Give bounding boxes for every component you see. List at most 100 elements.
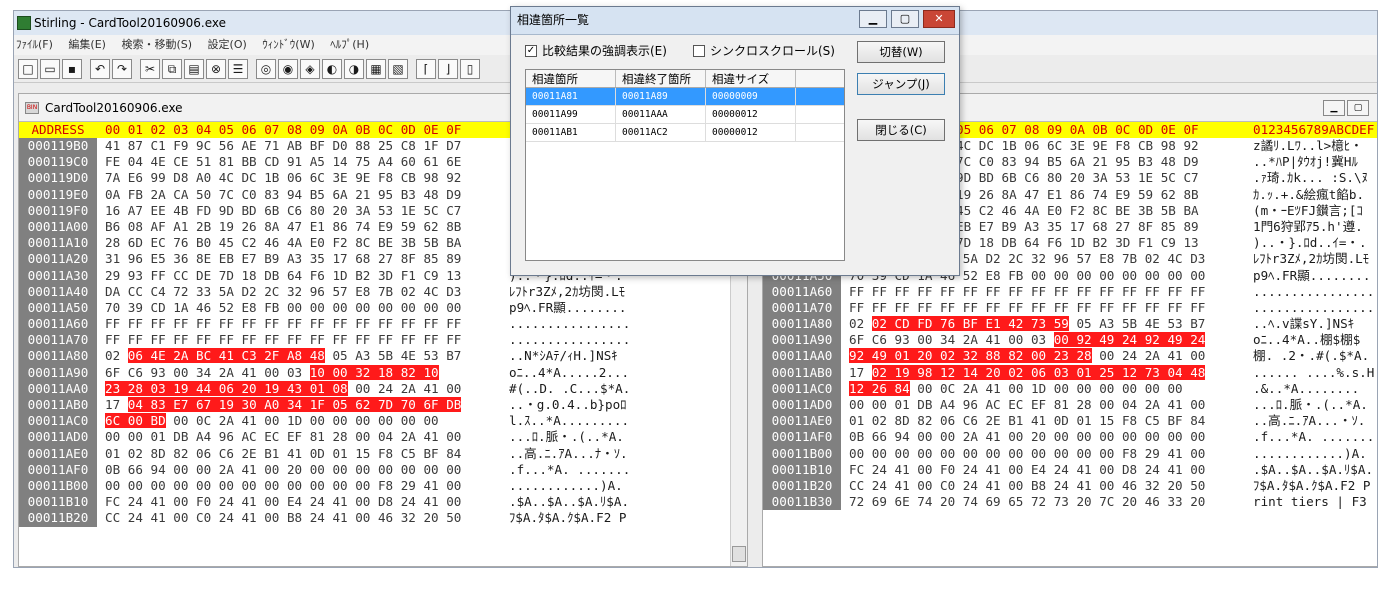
hex-row[interactable]: 00011B00 00 00 00 00 00 00 00 00 00 00 00…	[763, 445, 1377, 462]
hex-bytes-cell[interactable]: 23 28 03 19 44 06 20 19 43 01 08 00 24 2…	[105, 380, 461, 397]
hex-row[interactable]: 00011AC0 6C 00 BD 00 0C 2A 41 00 1D 00 00…	[19, 413, 747, 430]
menu-settings[interactable]: 設定(O)	[208, 38, 247, 51]
hex-row[interactable]: 00011AA0 23 28 03 19 44 06 20 19 43 01 08…	[19, 380, 747, 397]
hex-bytes-cell[interactable]: 01 02 8D 82 06 C6 2E B1 41 0D 01 15 F8 C…	[849, 413, 1205, 429]
hex-bytes-cell[interactable]: CC 24 41 00 C0 24 41 00 B8 24 41 00 46 3…	[849, 478, 1205, 494]
find-next-icon[interactable]: ◉	[278, 59, 298, 79]
ascii-cell[interactable]: ...... ....%.s.H	[1253, 365, 1374, 381]
hex-row[interactable]: 00011AF0 0B 66 94 00 00 2A 41 00 20 00 00…	[19, 461, 747, 478]
open-icon[interactable]: ▭	[40, 59, 60, 79]
highlight-checkbox[interactable]: ✓ 比較結果の強調表示(E)	[525, 43, 667, 59]
hex-row[interactable]: 00011B10 FC 24 41 00 F0 24 41 00 E4 24 41…	[763, 461, 1377, 478]
column-diff-size[interactable]: 相違サイズ	[706, 70, 796, 87]
cut-icon[interactable]: ✂	[140, 59, 160, 79]
menu-help[interactable]: ﾍﾙﾌﾟ(H)	[330, 38, 369, 51]
hex-row[interactable]: 00011A70 FF FF FF FF FF FF FF FF FF FF FF…	[19, 332, 747, 349]
hex-bytes-cell[interactable]: 00 00 01 DB A4 96 AC EC EF 81 28 00 04 2…	[849, 397, 1205, 413]
ascii-cell[interactable]: l.ｽ..*A.........	[509, 413, 629, 429]
hex-bytes-cell[interactable]: 41 87 C1 F9 9C 56 AE 71 AB BF D0 88 25 C…	[105, 138, 461, 154]
hex-bytes-cell[interactable]: 00 00 00 00 00 00 00 00 00 00 00 00 F8 2…	[105, 478, 461, 494]
ascii-cell[interactable]: ..・g.0.4..b}poﾛ	[509, 397, 626, 413]
block-start-icon[interactable]: ⌈	[416, 59, 436, 79]
ascii-cell[interactable]: .ｧ琦.ｶk... :S.\ﾇ	[1253, 170, 1368, 186]
hex-row[interactable]: 00011A70 FF FF FF FF FF FF FF FF FF FF FF…	[763, 299, 1377, 317]
ascii-cell[interactable]: ｶ.ｯ.+.&絵瘋t餡b.	[1253, 187, 1364, 203]
hex-bytes-cell[interactable]: EB E7 B9 A3 35 17 68 27 8F 85 89	[956, 219, 1199, 235]
ascii-cell[interactable]: .&..*A........	[1253, 381, 1359, 397]
ascii-cell[interactable]: ................	[1253, 300, 1374, 316]
ascii-cell[interactable]: 棚. .2・.#(.$*A.	[1253, 348, 1369, 364]
hex-bytes-cell[interactable]: 0A FB 2A CA 50 7C C0 83 94 B5 6A 21 95 B…	[105, 187, 461, 203]
hex-bytes-cell[interactable]: FC 24 41 00 F0 24 41 00 E4 24 41 00 D8 2…	[105, 494, 461, 510]
ascii-cell[interactable]: ..高.ﾆ.ｱA...・ｿ.	[1253, 413, 1365, 429]
sync-scroll-checkbox-box[interactable]	[693, 45, 705, 57]
hex-bytes-cell[interactable]: 17 04 83 E7 67 19 30 A0 34 1F 05 62 7D 7…	[105, 397, 462, 413]
ascii-cell[interactable]: 1門6狩郢ｱ5.h'遵.	[1253, 219, 1363, 235]
hex-bytes-cell[interactable]: 92 49 01 20 02 32 88 82 00 23 28 00 24 2…	[849, 348, 1205, 364]
hex-row[interactable]: 00011B10 FC 24 41 00 F0 24 41 00 E4 24 41…	[19, 494, 747, 511]
save-icon[interactable]: ▪	[62, 59, 82, 79]
hex-bytes-cell[interactable]: DA CC C4 72 33 5A D2 2C 32 96 57 E8 7B 0…	[105, 284, 461, 300]
hex-bytes-cell[interactable]: 02 06 4E 2A BC 41 C3 2F A8 48 05 A3 5B 4…	[105, 348, 461, 364]
hex-bytes-cell[interactable]: 6C 00 BD 00 0C 2A 41 00 1D 00 00 00 00 0…	[105, 413, 439, 429]
column-diff-end[interactable]: 相違終了箇所	[616, 70, 706, 87]
hex-bytes-cell[interactable]: 4C DC 1B 06 6C 3E 9E F8 CB 98 92	[956, 138, 1199, 154]
new-icon[interactable]: □	[18, 59, 38, 79]
ascii-cell[interactable]: ﾚﾌﾄr3Zﾒ,2ｶ坊閔.Lﾓ	[509, 284, 625, 300]
hex-bytes-cell[interactable]: FF FF FF FF FF FF FF FF FF FF FF FF FF F…	[105, 332, 461, 348]
hex-bytes-cell[interactable]: FF FF FF FF FF FF FF FF FF FF FF FF FF F…	[105, 316, 461, 332]
hex-row[interactable]: 00011A80 02 02 CD FD 76 BF E1 42 73 59 05…	[763, 316, 1377, 333]
block-end-icon[interactable]: ⌋	[438, 59, 458, 79]
hex-bytes-cell[interactable]: 72 69 6E 74 20 74 69 65 72 73 20 7C 20 4…	[849, 494, 1205, 510]
hex-row[interactable]: 00011A60 FF FF FF FF FF FF FF FF FF FF FF…	[19, 316, 747, 333]
left-scroll-thumb[interactable]	[732, 546, 746, 562]
hex-bytes-cell[interactable]: 29 93 FF CC DE 7D 18 DB 64 F6 1D B2 3D F…	[105, 268, 461, 284]
ascii-cell[interactable]: .f...*A. .......	[509, 462, 630, 478]
hex-row[interactable]: 00011AF0 0B 66 94 00 00 2A 41 00 20 00 00…	[763, 429, 1377, 446]
list-item[interactable]: 00011A81 00011A89 00000009	[526, 88, 844, 106]
hex-bytes-cell[interactable]: 7C C0 83 94 B5 6A 21 95 B3 48 D9	[956, 154, 1199, 170]
ascii-cell[interactable]: p9ﾍ.FR顯........	[509, 300, 626, 316]
close-button[interactable]: 閉じる(C)	[857, 119, 945, 141]
maximize-icon[interactable]: ▢	[891, 10, 919, 28]
undo-icon[interactable]: ↶	[90, 59, 110, 79]
paste-icon[interactable]: ▤	[184, 59, 204, 79]
compare-icon[interactable]: ◑	[344, 59, 364, 79]
hex-bytes-cell[interactable]: 28 6D EC 76 B0 45 C2 46 4A E0 F2 8C BE 3…	[105, 235, 461, 251]
hex-row[interactable]: 00011A50 70 39 CD 1A 46 52 E8 FB 00 00 00…	[19, 299, 747, 317]
find-binary-icon[interactable]: ◐	[322, 59, 342, 79]
hex-bytes-cell[interactable]: B6 08 AF A1 2B 19 26 8A 47 E1 86 74 E9 5…	[105, 219, 461, 235]
ascii-cell[interactable]: ..ﾍ.v諜sY.]NSｷ	[1253, 316, 1354, 332]
hex-row[interactable]: 00011B20 CC 24 41 00 C0 24 41 00 B8 24 41…	[19, 510, 747, 527]
ascii-cell[interactable]: (m・ｰEﾂFJ鑚言;[ｺ	[1253, 203, 1363, 219]
menu-search[interactable]: 検索・移動(S)	[121, 38, 192, 51]
hex-row[interactable]: 00011AB0 17 04 83 E7 67 19 30 A0 34 1F 05…	[19, 397, 747, 414]
hex-bytes-cell[interactable]: 0B 66 94 00 00 2A 41 00 20 00 00 00 00 0…	[849, 429, 1205, 445]
hex-bytes-cell[interactable]: 16 A7 EE 4B FD 9D BD 6B C6 80 20 3A 53 1…	[105, 203, 461, 219]
hex-row[interactable]: 00011AB0 17 02 19 98 12 14 20 02 06 03 01…	[763, 364, 1377, 381]
ascii-cell[interactable]: ................	[509, 316, 630, 332]
hex-row[interactable]: 00011A90 6F C6 93 00 34 2A 41 00 03 00 92…	[763, 332, 1377, 349]
find-prev-icon[interactable]: ◈	[300, 59, 320, 79]
hex-bytes-cell[interactable]: FE 04 4E CE 51 81 BB CD 91 A5 14 75 A4 6…	[105, 154, 461, 170]
hex-row[interactable]: 00011AE0 01 02 8D 82 06 C6 2E B1 41 0D 01…	[19, 445, 747, 462]
hex-bytes-cell[interactable]: 7A E6 99 D8 A0 4C DC 1B 06 6C 3E 9E F8 C…	[105, 170, 461, 186]
ascii-cell[interactable]: ................	[509, 332, 630, 348]
block-icon[interactable]: ▯	[460, 59, 480, 79]
hex-bytes-cell[interactable]: 02 02 CD FD 76 BF E1 42 73 59 05 A3 5B 4…	[849, 316, 1205, 332]
ascii-cell[interactable]: ﾚﾌﾄr3Zﾒ,2ｶ坊閔.Lﾓ	[1253, 251, 1369, 267]
ascii-cell[interactable]: p9ﾍ.FR顯........	[1253, 268, 1370, 284]
hex-row[interactable]: 00011AD0 00 00 01 DB A4 96 AC EC EF 81 28…	[19, 429, 747, 446]
ascii-cell[interactable]: ..*ﾊP|ﾀｳｵj!冀Hﾙ	[1253, 154, 1358, 170]
hex-row[interactable]: 00011AC0 12 26 84 00 0C 2A 41 00 1D 00 00…	[763, 380, 1377, 397]
highlight-checkbox-box[interactable]: ✓	[525, 45, 537, 57]
hex-bytes-cell[interactable]: 6F C6 93 00 34 2A 41 00 03 00 92 49 24 9…	[849, 332, 1206, 348]
list-item[interactable]: 00011A99 00011AAA 00000012	[526, 106, 844, 124]
hex-row[interactable]: 00011AD0 00 00 01 DB A4 96 AC EC EF 81 28…	[763, 397, 1377, 414]
copy-icon[interactable]: ⧉	[162, 59, 182, 79]
hex-bytes-cell[interactable]: 31 96 E5 36 8E EB E7 B9 A3 35 17 68 27 8…	[105, 251, 461, 267]
hex-row[interactable]: 00011A40 DA CC C4 72 33 5A D2 2C 32 96 57…	[19, 283, 747, 300]
hex-bytes-cell[interactable]: 17 02 19 98 12 14 20 02 06 03 01 25 12 7…	[849, 364, 1206, 381]
hex-bytes-cell[interactable]: 00 00 00 00 00 00 00 00 00 00 00 00 F8 2…	[849, 446, 1205, 462]
ascii-cell[interactable]: #(..D. .C...$*A.	[509, 381, 630, 397]
